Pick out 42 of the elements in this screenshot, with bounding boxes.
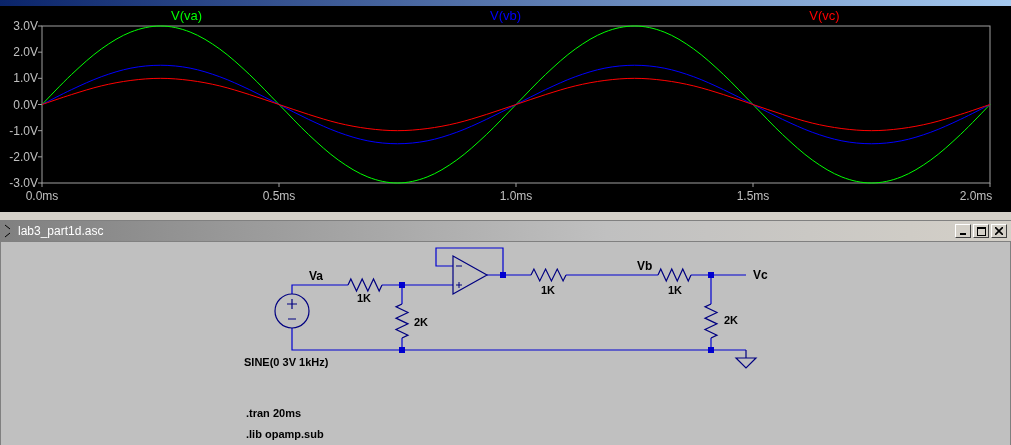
ground-symbol (735, 349, 758, 369)
axis-tick-label: 2.0V (13, 45, 38, 60)
opamp-symbol (452, 254, 489, 296)
maximize-button[interactable] (973, 224, 989, 238)
close-button[interactable] (991, 224, 1007, 238)
close-icon (995, 227, 1003, 235)
axis-tick-label: 0.5ms (262, 189, 296, 203)
window-title: lab3_part1d.asc (18, 224, 105, 238)
resistor-symbol (703, 303, 719, 339)
resistor-symbol (530, 267, 567, 283)
trace-label: V(va) (170, 8, 203, 23)
component-value: 1K (540, 284, 556, 296)
axis-tick-label: -3.0V (9, 176, 38, 190)
voltage-source-symbol (274, 293, 310, 329)
axis-tick-label: 2.0ms (959, 189, 993, 203)
trace-label: V(vb) (489, 8, 522, 23)
minimize-button[interactable] (955, 224, 971, 238)
axis-tick-label: 0.0V (13, 97, 38, 112)
component-value: 1K (667, 284, 683, 296)
axis-tick-label: 1.5ms (736, 189, 770, 203)
net-label: Vc (753, 268, 768, 282)
component-value: 2K (723, 314, 739, 326)
spice-directive: .tran 20ms (246, 407, 302, 419)
axis-tick-label: 3.0V (13, 19, 38, 33)
net-label: Va (309, 269, 323, 283)
component-value: SINE(0 3V 1kHz) (244, 356, 329, 368)
component-value: 2K (413, 316, 429, 328)
axis-tick-label: -1.0V (9, 123, 38, 138)
resistor-symbol (657, 267, 692, 283)
schematic-icon (4, 224, 12, 238)
wire (291, 284, 349, 295)
axis-tick-label: 1.0ms (499, 189, 533, 203)
component-value: 1K (356, 292, 372, 304)
axis-tick-label: 1.0V (13, 71, 38, 86)
axis-tick-label: -2.0V (9, 149, 38, 164)
axis-tick-label: 0.0ms (25, 189, 59, 203)
trace-label: V(vc) (809, 8, 840, 23)
net-label: Vb (637, 259, 653, 273)
maximize-icon (976, 226, 986, 236)
resistor-symbol (347, 277, 383, 293)
resistor-symbol (394, 303, 410, 339)
spice-directive: .lib opamp.sub (246, 428, 324, 440)
